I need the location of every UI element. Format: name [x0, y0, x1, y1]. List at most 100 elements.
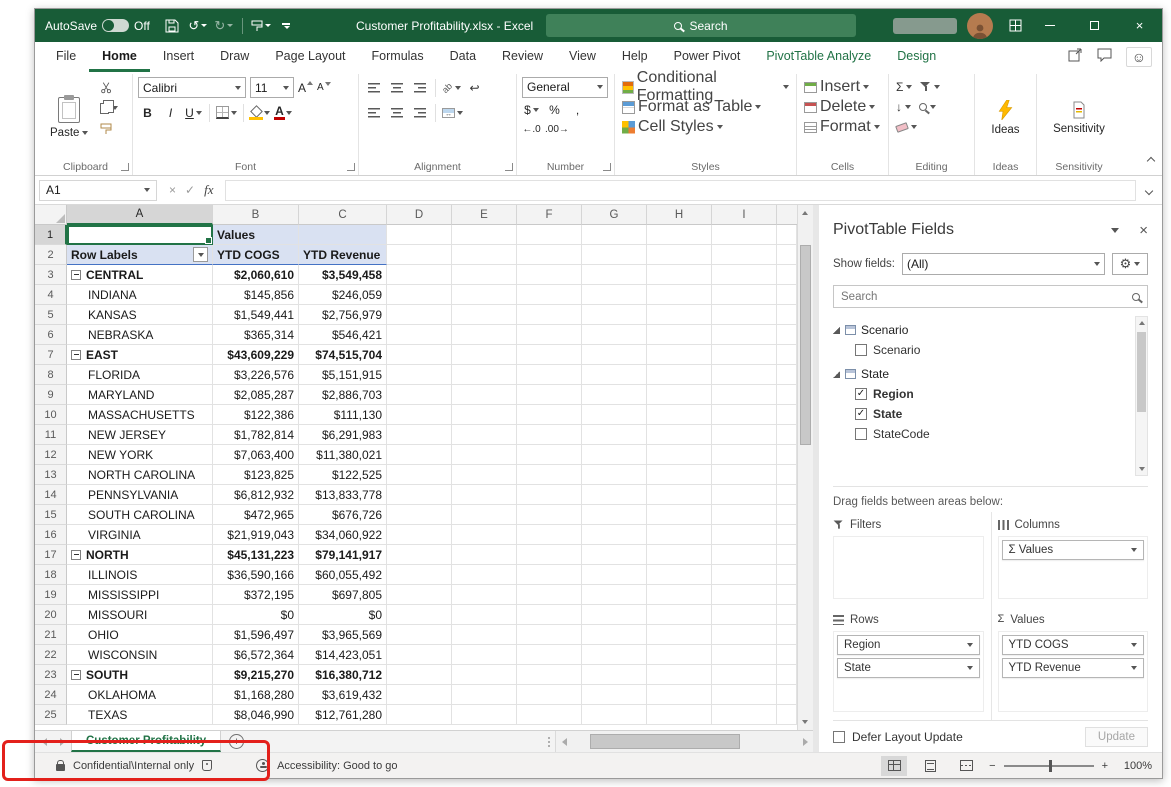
- undo-button[interactable]: ↺: [186, 14, 210, 38]
- row-header-1[interactable]: 1: [35, 225, 67, 245]
- top-align-button[interactable]: [364, 78, 383, 98]
- ribbon-tab-power-pivot[interactable]: Power Pivot: [661, 42, 754, 72]
- ribbon-tab-home[interactable]: Home: [89, 42, 150, 72]
- row-header-4[interactable]: 4: [35, 285, 67, 305]
- cell-E19[interactable]: [452, 585, 517, 605]
- field-item-state[interactable]: State: [833, 404, 1135, 424]
- cell-D4[interactable]: [387, 285, 452, 305]
- cell-H8[interactable]: [647, 365, 712, 385]
- area-item-values[interactable]: Σ Values: [1002, 540, 1145, 560]
- ribbon-tab-draw[interactable]: Draw: [207, 42, 262, 72]
- cell-G18[interactable]: [582, 565, 647, 585]
- cell-E17[interactable]: [452, 545, 517, 565]
- column-header-G[interactable]: G: [582, 205, 647, 225]
- close-button[interactable]: ×: [1117, 9, 1162, 42]
- page-layout-view-button[interactable]: [917, 756, 943, 776]
- cell-C24[interactable]: $3,619,432: [299, 685, 387, 705]
- cell-F24[interactable]: [517, 685, 582, 705]
- cell-I14[interactable]: [712, 485, 777, 505]
- cell-A22[interactable]: WISCONSIN: [67, 645, 213, 665]
- find-select-button[interactable]: [917, 98, 938, 116]
- cell-A8[interactable]: FLORIDA: [67, 365, 213, 385]
- cell-H7[interactable]: [647, 345, 712, 365]
- cell-E24[interactable]: [452, 685, 517, 705]
- row-header-13[interactable]: 13: [35, 465, 67, 485]
- cell-G24[interactable]: [582, 685, 647, 705]
- insert-function-button[interactable]: fx: [204, 182, 213, 198]
- cell-C14[interactable]: $13,833,778: [299, 485, 387, 505]
- row-header-17[interactable]: 17: [35, 545, 67, 565]
- column-header-H[interactable]: H: [647, 205, 712, 225]
- format-as-table-button[interactable]: Format as Table: [620, 98, 791, 116]
- cell-A24[interactable]: OKLAHOMA: [67, 685, 213, 705]
- cell-B14[interactable]: $6,812,932: [213, 485, 299, 505]
- cell-H23[interactable]: [647, 665, 712, 685]
- cell-E25[interactable]: [452, 705, 517, 725]
- cell-F23[interactable]: [517, 665, 582, 685]
- collapse-button[interactable]: [71, 670, 81, 680]
- cell-C10[interactable]: $111,130: [299, 405, 387, 425]
- cell-F12[interactable]: [517, 445, 582, 465]
- row-header-12[interactable]: 12: [35, 445, 67, 465]
- cell-B12[interactable]: $7,063,400: [213, 445, 299, 465]
- cell-D24[interactable]: [387, 685, 452, 705]
- cell-F17[interactable]: [517, 545, 582, 565]
- cell-B2[interactable]: YTD COGS: [213, 245, 299, 265]
- fill-color-button[interactable]: [250, 103, 270, 123]
- avatar[interactable]: [967, 13, 993, 39]
- merge-center-button[interactable]: ↔: [442, 103, 463, 123]
- format-painter-small-button[interactable]: [98, 120, 120, 138]
- cell-D13[interactable]: [387, 465, 452, 485]
- cell-E6[interactable]: [452, 325, 517, 345]
- scrollbar-splitter[interactable]: [543, 731, 555, 752]
- number-dialog-launcher[interactable]: [603, 163, 611, 171]
- row-header-6[interactable]: 6: [35, 325, 67, 345]
- cell-F9[interactable]: [517, 385, 582, 405]
- area-item-state[interactable]: State: [837, 658, 980, 678]
- cell-B4[interactable]: $145,856: [213, 285, 299, 305]
- comments-button[interactable]: [1097, 48, 1112, 67]
- cell-C11[interactable]: $6,291,983: [299, 425, 387, 445]
- select-all-button[interactable]: [35, 205, 67, 225]
- cell-D14[interactable]: [387, 485, 452, 505]
- row-header-23[interactable]: 23: [35, 665, 67, 685]
- cell-C20[interactable]: $0: [299, 605, 387, 625]
- scrollbar-thumb[interactable]: [800, 245, 811, 445]
- cell-E18[interactable]: [452, 565, 517, 585]
- zoom-in-button[interactable]: +: [1102, 760, 1108, 772]
- collapse-button[interactable]: [71, 550, 81, 560]
- ribbon-tab-file[interactable]: File: [43, 42, 89, 72]
- cell-H2[interactable]: [647, 245, 712, 265]
- cell-C7[interactable]: $74,515,704: [299, 345, 387, 365]
- cell-A17[interactable]: NORTH: [67, 545, 213, 565]
- cell-C17[interactable]: $79,141,917: [299, 545, 387, 565]
- columns-dropzone[interactable]: Σ Values: [998, 536, 1149, 599]
- scroll-down-icon[interactable]: [1139, 467, 1145, 471]
- row-header-5[interactable]: 5: [35, 305, 67, 325]
- cell-A2[interactable]: Row Labels: [67, 245, 213, 265]
- row-header-8[interactable]: 8: [35, 365, 67, 385]
- accessibility-status-label[interactable]: Accessibility: Good to go: [277, 760, 397, 772]
- cell-I1[interactable]: [712, 225, 777, 245]
- redo-button[interactable]: ↻: [212, 14, 236, 38]
- cell-I2[interactable]: [712, 245, 777, 265]
- increase-font-size-button[interactable]: A: [298, 81, 313, 95]
- cell-F5[interactable]: [517, 305, 582, 325]
- cell-G23[interactable]: [582, 665, 647, 685]
- column-header-D[interactable]: D: [387, 205, 452, 225]
- center-button[interactable]: [387, 103, 406, 123]
- cell-A10[interactable]: MASSACHUSETTS: [67, 405, 213, 425]
- rows-dropzone[interactable]: RegionState: [833, 631, 984, 712]
- cell-E13[interactable]: [452, 465, 517, 485]
- cell-B25[interactable]: $8,046,990: [213, 705, 299, 725]
- new-sheet-button[interactable]: +: [229, 734, 244, 749]
- cell-A12[interactable]: NEW YORK: [67, 445, 213, 465]
- cell-G7[interactable]: [582, 345, 647, 365]
- underline-button[interactable]: U: [184, 103, 203, 123]
- cell-I11[interactable]: [712, 425, 777, 445]
- cell-H22[interactable]: [647, 645, 712, 665]
- cell-E7[interactable]: [452, 345, 517, 365]
- cell-I24[interactable]: [712, 685, 777, 705]
- ribbon-tab-insert[interactable]: Insert: [150, 42, 207, 72]
- row-header-18[interactable]: 18: [35, 565, 67, 585]
